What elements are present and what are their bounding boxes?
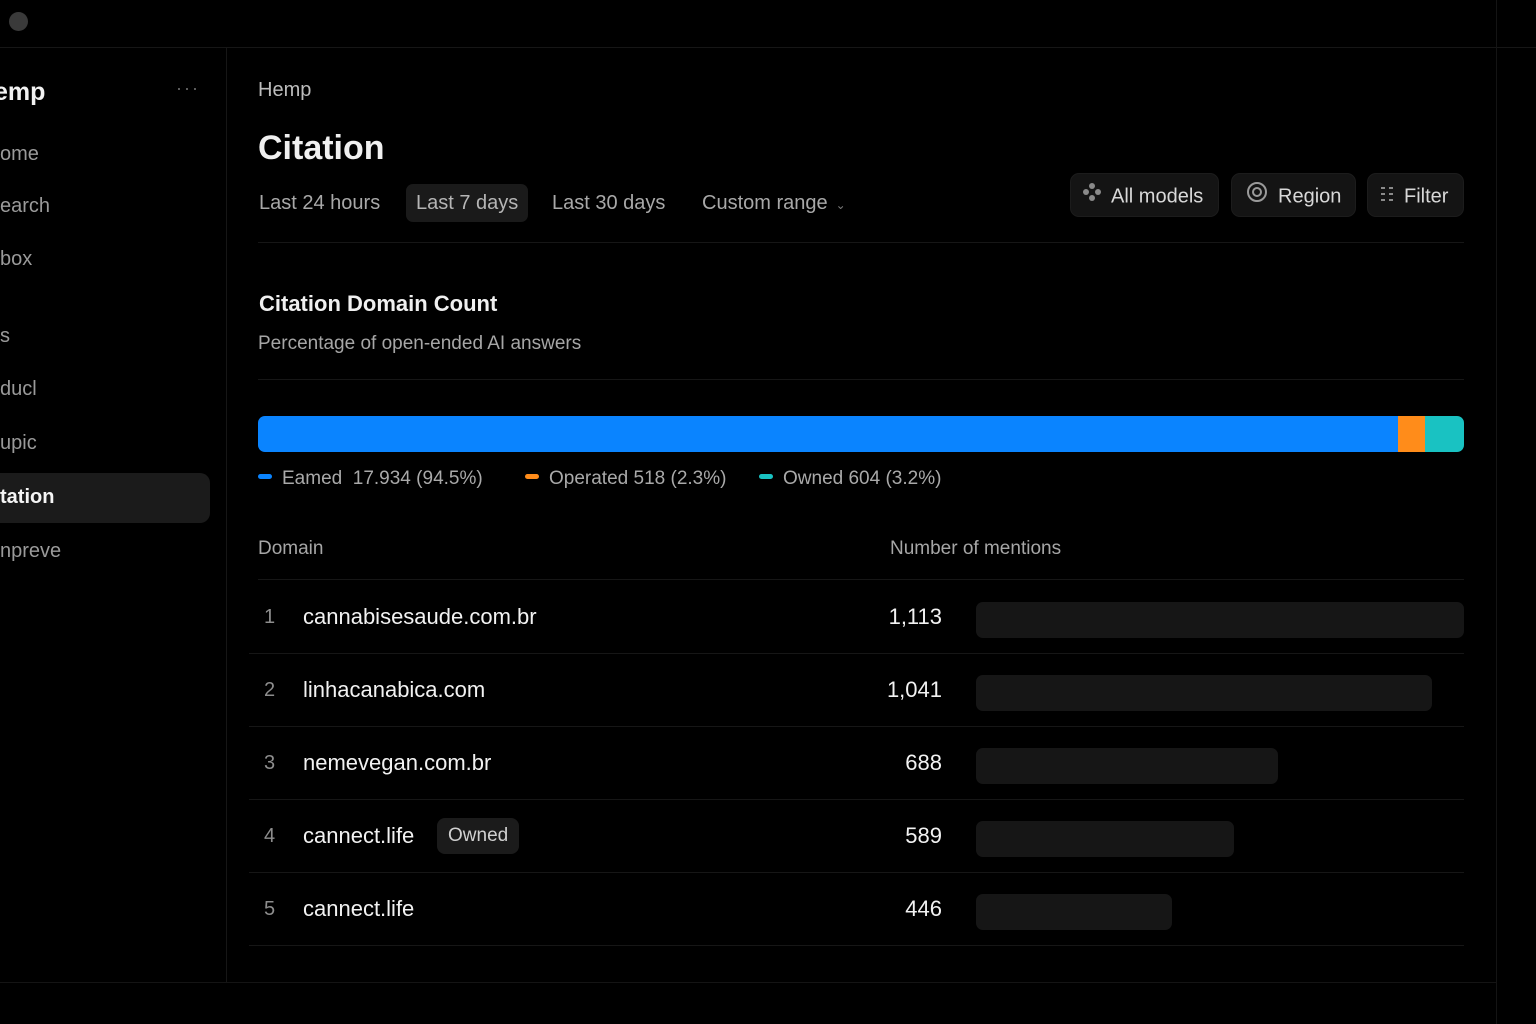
row-mentions: 1,113 [888,604,942,629]
chevron-down-icon: ⌄ [835,198,846,212]
title-bar [0,0,1536,48]
mentions-bar [976,821,1234,857]
table-row[interactable]: 5 cannect.life 446 [249,874,1464,946]
legend-label: Operated [549,468,629,489]
legend-swatch [759,474,773,480]
tab-last-30-days[interactable]: Last 30 days [542,184,675,222]
share-segment-eamed [258,416,1398,452]
sidebar-item-citation[interactable]: tation [0,486,54,509]
legend-swatch [258,474,272,480]
legend-value: 17.934 [352,468,411,489]
row-mentions: 1,041 [886,677,942,702]
row-divider [249,945,1464,946]
row-domain[interactable]: cannect.life [303,823,414,849]
legend-item-operated: Operated 518 (2.3%) [525,468,726,490]
divider [258,579,1464,580]
legend-label: Owned [783,468,844,489]
row-domain[interactable]: linhacanabica.com [303,677,485,703]
region-label: Region [1278,185,1342,208]
workspace-name[interactable]: emp [0,78,45,107]
legend-label: Eamed [282,468,343,489]
legend-item-owned: Owned 604 (3.2%) [759,468,941,490]
more-icon[interactable]: ··· [176,78,200,99]
share-segment-owned [1425,416,1464,452]
legend-percent: (94.5%) [416,468,483,489]
column-header-domain[interactable]: Domain [258,538,323,560]
filter-button[interactable]: Filter [1367,173,1464,217]
legend-item-earned: Eamed 17.934 (94.5%) [258,468,483,490]
window-control-icon[interactable] [9,12,28,31]
owned-badge: Owned [437,818,520,854]
row-mentions: 589 [905,823,942,848]
sidebar-item-improve[interactable]: npreve [0,540,61,563]
sidebar-item-product[interactable]: ducl [0,378,37,401]
all-models-button[interactable]: All models [1070,173,1219,217]
table-row[interactable]: 2 linhacanabica.com 1,041 [249,655,1464,727]
citation-share-bar [258,416,1464,452]
globe-icon [1246,175,1268,219]
sidebar: emp ··· ome earch box s ducl upic tation… [0,48,227,982]
mentions-bar [976,675,1432,711]
row-divider [249,653,1464,654]
sidebar-item-topic[interactable]: upic [0,432,37,455]
mentions-bar [976,602,1464,638]
row-rank: 1 [264,606,276,628]
divider [258,379,1464,380]
legend-value: 518 [633,468,666,489]
page-title: Citation [258,129,385,167]
breadcrumb[interactable]: Hemp [258,79,311,102]
row-domain[interactable]: cannabisesaude.com.br [303,604,537,630]
row-divider [249,799,1464,800]
all-models-label: All models [1111,185,1204,208]
table-row[interactable]: 4 cannect.life Owned 589 [249,801,1464,873]
right-divider [1496,0,1497,1024]
section-title: Citation Domain Count [259,291,498,316]
sidebar-item-s[interactable]: s [0,325,10,348]
legend-percent: (3.2%) [885,468,942,489]
region-button[interactable]: Region [1231,173,1356,217]
mentions-bar [976,894,1172,930]
models-icon [1081,175,1103,219]
main-content: Hemp Citation Last 24 hours Last 7 days … [227,48,1496,982]
bottom-divider [0,982,1496,983]
row-rank: 2 [264,679,276,701]
legend-value: 604 [848,468,881,489]
filter-icon [1380,175,1396,219]
row-rank: 3 [264,752,276,774]
row-divider [249,726,1464,727]
mentions-bar [976,748,1278,784]
legend-percent: (2.3%) [670,468,727,489]
section-subtitle: Percentage of open-ended AI answers [258,333,582,354]
tab-custom-range[interactable]: Custom range ⌄ [692,184,856,222]
sidebar-item-search[interactable]: earch [0,195,50,218]
divider [258,242,1464,243]
row-rank: 4 [264,825,276,847]
table-row[interactable]: 1 cannabisesaude.com.br 1,113 [249,582,1464,654]
column-header-mentions[interactable]: Number of mentions [890,538,1061,560]
tab-last-7-days[interactable]: Last 7 days [406,184,529,222]
share-segment-operated [1397,416,1426,452]
custom-range-label: Custom range [702,192,828,214]
row-mentions: 446 [905,896,942,921]
row-mentions: 688 [905,750,942,775]
legend-swatch [525,474,539,480]
tab-last-24-hours[interactable]: Last 24 hours [249,184,390,222]
row-domain[interactable]: nemevegan.com.br [303,750,491,776]
sidebar-item-inbox[interactable]: box [0,248,32,271]
filter-label: Filter [1404,185,1449,208]
row-rank: 5 [264,898,276,920]
sidebar-item-home[interactable]: ome [0,143,39,166]
table-row[interactable]: 3 nemevegan.com.br 688 [249,728,1464,800]
row-divider [249,872,1464,873]
row-domain[interactable]: cannect.life [303,896,414,922]
